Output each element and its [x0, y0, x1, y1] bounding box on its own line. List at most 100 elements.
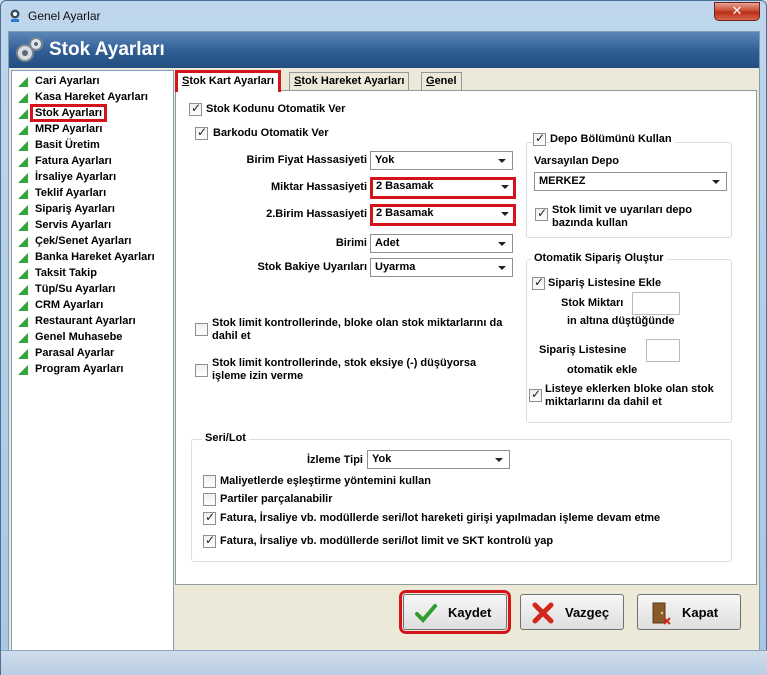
save-button[interactable]: Kaydet — [399, 590, 511, 634]
sidebar-item-genel-muhasebe[interactable]: Genel Muhasebe — [15, 330, 173, 346]
auto-barcode-label: Barkodu Otomatik Ver — [213, 127, 329, 139]
tab-mnemonic: G — [426, 75, 435, 87]
sidebar-item-fatura[interactable]: Fatura Ayarları — [15, 154, 173, 170]
sidebar-item-mrp[interactable]: MRP Ayarları — [15, 122, 173, 138]
tracking-type-select[interactable]: Yok — [367, 450, 510, 469]
tree-marker-icon — [18, 221, 28, 231]
settings-sidebar: Cari Ayarları Kasa Hareket Ayarları Stok… — [11, 70, 174, 658]
client-area: Stok Ayarları Cari Ayarları Kasa Hareket… — [8, 31, 760, 669]
cancel-button[interactable]: Vazgeç — [520, 594, 624, 630]
auto-code-checkbox[interactable] — [189, 101, 202, 116]
limit-blocked-checkbox[interactable] — [195, 323, 208, 336]
auto-barcode-checkbox[interactable] — [195, 125, 208, 140]
sidebar-item-parasal[interactable]: Parasal Ayarlar — [15, 346, 173, 362]
order-list-qty-input[interactable] — [646, 339, 680, 362]
sidebar-item-label: Cari Ayarları — [35, 75, 100, 87]
add-to-order-list-label: Sipariş Listesine Ekle — [548, 277, 662, 289]
sidebar-item-label: Program Ayarları — [35, 363, 124, 375]
dropdown-arrow-icon — [498, 159, 506, 163]
include-blocked-checkbox[interactable] — [529, 387, 542, 402]
sidebar-item-crm[interactable]: CRM Ayarları — [15, 298, 173, 314]
cost-matching-checkbox[interactable] — [203, 475, 216, 488]
sidebar-item-teklif[interactable]: Teklif Ayarları — [15, 186, 173, 202]
tab-label: tok Hareket Ayarları — [301, 75, 405, 87]
unit-select[interactable]: Adet — [370, 234, 513, 253]
dropdown-arrow-icon — [501, 185, 509, 189]
sidebar-item-label: Sipariş Ayarları — [35, 203, 115, 215]
dropdown-arrow-icon — [712, 180, 720, 184]
qty-precision-select[interactable]: 2 Basamak — [370, 177, 516, 199]
tab-genel[interactable]: Genel — [421, 72, 462, 90]
gears-icon — [16, 37, 43, 62]
use-depot-checkbox[interactable] — [533, 131, 546, 146]
exit-door-icon — [652, 602, 671, 625]
sidebar-item-banka[interactable]: Banka Hareket Ayarları — [15, 250, 173, 266]
select-value: 2 Basamak — [376, 180, 434, 192]
split-lots-checkbox[interactable] — [203, 493, 216, 506]
default-depot-select[interactable]: MERKEZ — [534, 172, 727, 191]
dropdown-arrow-icon — [498, 242, 506, 246]
add-to-order-list-checkbox[interactable] — [532, 275, 545, 290]
sidebar-item-restaurant[interactable]: Restaurant Ayarları — [15, 314, 173, 330]
close-button[interactable]: Kapat — [637, 594, 741, 630]
tab-label: enel — [434, 75, 457, 87]
sidebar-item-irsaliye[interactable]: İrsaliye Ayarları — [15, 170, 173, 186]
default-depot-label: Varsayılan Depo — [534, 155, 619, 167]
sidebar-item-label: Tüp/Su Ayarları — [35, 283, 116, 295]
stock-qty-input[interactable] — [632, 292, 680, 315]
tree-marker-icon — [18, 157, 28, 167]
sidebar-item-stok[interactable]: Stok Ayarları — [15, 104, 173, 122]
tree-marker-icon — [18, 253, 28, 263]
sidebar-item-label: İrsaliye Ayarları — [35, 171, 117, 183]
use-depot-label: Depo Bölümünü Kullan — [550, 133, 675, 145]
sidebar-item-cek-senet[interactable]: Çek/Senet Ayarları — [15, 234, 173, 250]
include-blocked-label: Listeye eklerken bloke olan stok miktarl… — [545, 383, 714, 408]
sidebar-item-label: Basit Üretim — [35, 139, 100, 151]
limit-negative-checkbox[interactable] — [195, 364, 208, 377]
select-value: Yok — [375, 154, 395, 166]
below-label: in altına düştüğünde — [567, 315, 675, 327]
save-button-label: Kaydet — [448, 605, 492, 620]
unit-price-precision-select[interactable]: Yok — [370, 151, 513, 170]
sidebar-item-label: Kasa Hareket Ayarları — [35, 91, 148, 103]
tree-marker-icon — [18, 333, 28, 343]
page-header: Stok Ayarları — [9, 32, 759, 68]
tree-marker-icon — [18, 301, 28, 311]
balance-warning-select[interactable]: Uyarma — [370, 258, 513, 277]
tree-marker-icon — [18, 189, 28, 199]
sidebar-item-cari[interactable]: Cari Ayarları — [15, 74, 173, 90]
serial-limit-checkbox[interactable] — [203, 533, 216, 548]
qty-precision-label: Miktar Hassasiyeti — [271, 181, 367, 193]
unit2-precision-select[interactable]: 2 Basamak — [370, 204, 516, 226]
sidebar-item-basit-uretim[interactable]: Basit Üretim — [15, 138, 173, 154]
sidebar-item-label: Servis Ayarları — [35, 219, 112, 231]
unit-price-precision-label: Birim Fiyat Hassasiyeti — [246, 154, 367, 166]
tab-label: tok Kart Ayarları — [189, 75, 275, 87]
sidebar-item-kasa[interactable]: Kasa Hareket Ayarları — [15, 90, 173, 106]
depot-based-limit-checkbox[interactable] — [535, 206, 548, 221]
tab-panel-stok-kart: Stok Kodunu Otomatik Ver Barkodu Otomati… — [175, 90, 757, 585]
sidebar-item-label: Fatura Ayarları — [35, 155, 112, 167]
tab-stok-kart[interactable]: Stok Kart Ayarları — [175, 70, 282, 92]
sidebar-item-label: Banka Hareket Ayarları — [35, 251, 155, 263]
depot-based-limit-label: Stok limit ve uyarıları depo bazında kul… — [552, 204, 692, 229]
page-title: Stok Ayarları — [49, 39, 165, 60]
tab-stok-hareket[interactable]: Stok Hareket Ayarları — [289, 72, 410, 90]
tree-marker-icon — [18, 237, 28, 247]
sidebar-item-taksit[interactable]: Taksit Takip — [15, 266, 173, 282]
auto-code-label: Stok Kodunu Otomatik Ver — [206, 103, 346, 115]
no-serial-move-checkbox[interactable] — [203, 510, 216, 525]
tree-marker-icon — [18, 93, 28, 103]
sidebar-item-label: Çek/Senet Ayarları — [35, 235, 132, 247]
sidebar-item-siparis[interactable]: Sipariş Ayarları — [15, 202, 173, 218]
sidebar-item-servis[interactable]: Servis Ayarları — [15, 218, 173, 234]
sidebar-item-label: Stok Ayarları — [29, 104, 108, 122]
window-close-button[interactable]: ✕ — [714, 2, 760, 21]
sidebar-item-program[interactable]: Program Ayarları — [15, 362, 173, 378]
tree-marker-icon — [18, 205, 28, 215]
sidebar-item-tup-su[interactable]: Tüp/Su Ayarları — [15, 282, 173, 298]
unit-label: Birimi — [335, 237, 367, 249]
tracking-type-label: İzleme Tipi — [306, 454, 363, 466]
tree-marker-icon — [18, 125, 28, 135]
dropdown-arrow-icon — [495, 458, 503, 462]
